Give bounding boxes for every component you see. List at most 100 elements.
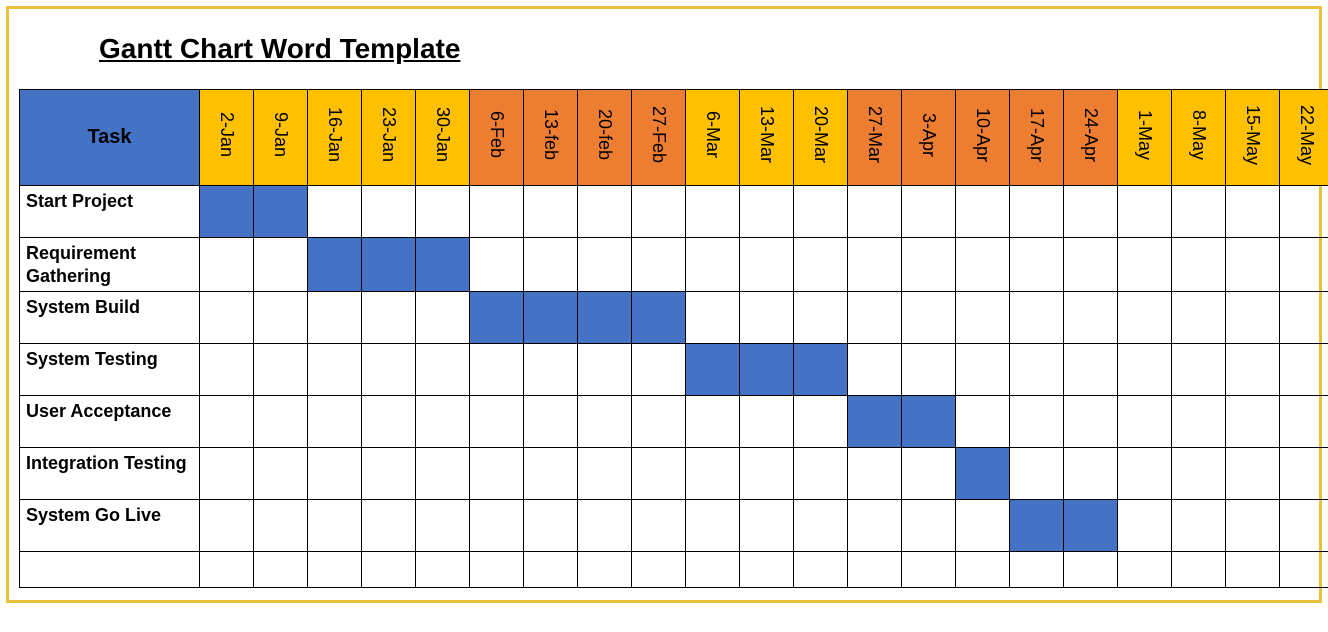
- gantt-empty-cell: [1226, 238, 1280, 292]
- gantt-empty-cell: [524, 238, 578, 292]
- gantt-empty-cell: [848, 292, 902, 344]
- table-row: User Acceptance: [20, 396, 1328, 448]
- gantt-empty-cell: [1172, 448, 1226, 500]
- gantt-empty-cell: [1226, 292, 1280, 344]
- date-label: 6-Feb: [486, 111, 507, 158]
- gantt-empty-cell: [470, 238, 524, 292]
- gantt-empty-cell: [578, 500, 632, 552]
- gantt-empty-cell: [956, 292, 1010, 344]
- date-header: 27-Feb: [632, 90, 686, 186]
- table-row: Integration Testing: [20, 448, 1328, 500]
- date-header: 6-Feb: [470, 90, 524, 186]
- gantt-bar-cell: [956, 448, 1010, 500]
- gantt-empty-cell: [1280, 292, 1328, 344]
- task-name-cell: Requirement Gathering: [20, 238, 200, 292]
- gantt-empty-cell: [524, 186, 578, 238]
- gantt-empty-cell: [308, 448, 362, 500]
- gantt-empty-cell: [902, 500, 956, 552]
- gantt-empty-cell: [848, 344, 902, 396]
- task-name-cell: System Go Live: [20, 500, 200, 552]
- gantt-empty-cell: [1172, 292, 1226, 344]
- gantt-empty-cell: [200, 552, 254, 588]
- gantt-empty-cell: [1010, 238, 1064, 292]
- gantt-empty-cell: [308, 396, 362, 448]
- gantt-empty-cell: [1064, 344, 1118, 396]
- gantt-empty-cell: [416, 292, 470, 344]
- task-header: Task: [20, 90, 200, 186]
- gantt-empty-cell: [1280, 238, 1328, 292]
- gantt-empty-cell: [524, 500, 578, 552]
- gantt-empty-cell: [794, 500, 848, 552]
- gantt-bar-cell: [1064, 500, 1118, 552]
- task-name-cell: User Acceptance: [20, 396, 200, 448]
- gantt-empty-cell: [578, 396, 632, 448]
- gantt-empty-cell: [470, 500, 524, 552]
- page-container: Gantt Chart Word Template Task 2-Jan9-Ja…: [6, 6, 1322, 603]
- gantt-empty-cell: [1064, 448, 1118, 500]
- chart-wrap: Task 2-Jan9-Jan16-Jan23-Jan30-Jan6-Feb13…: [9, 89, 1319, 600]
- table-row: System Testing: [20, 344, 1328, 396]
- gantt-empty-cell: [1280, 448, 1328, 500]
- gantt-empty-cell: [1172, 186, 1226, 238]
- gantt-empty-cell: [416, 500, 470, 552]
- gantt-empty-cell: [200, 448, 254, 500]
- gantt-empty-cell: [578, 448, 632, 500]
- date-header: 20-feb: [578, 90, 632, 186]
- gantt-empty-cell: [848, 186, 902, 238]
- gantt-bar-cell: [848, 396, 902, 448]
- gantt-empty-cell: [1226, 552, 1280, 588]
- gantt-empty-cell: [632, 448, 686, 500]
- gantt-empty-cell: [200, 238, 254, 292]
- gantt-empty-cell: [956, 238, 1010, 292]
- gantt-bar-cell: [1010, 500, 1064, 552]
- gantt-empty-cell: [1118, 448, 1172, 500]
- gantt-empty-cell: [956, 500, 1010, 552]
- date-label: 9-Jan: [270, 112, 291, 157]
- date-header: 13-feb: [524, 90, 578, 186]
- table-row: System Build: [20, 292, 1328, 344]
- date-header: 15-May: [1226, 90, 1280, 186]
- gantt-empty-cell: [416, 448, 470, 500]
- gantt-empty-cell: [1010, 344, 1064, 396]
- gantt-empty-cell: [362, 292, 416, 344]
- date-label: 10-Apr: [972, 108, 993, 162]
- gantt-empty-cell: [740, 186, 794, 238]
- date-label: 30-Jan: [432, 107, 453, 162]
- task-name-cell: Integration Testing: [20, 448, 200, 500]
- date-label: 23-Jan: [378, 107, 399, 162]
- date-header: 13-Mar: [740, 90, 794, 186]
- gantt-empty-cell: [632, 344, 686, 396]
- gantt-empty-cell: [254, 396, 308, 448]
- gantt-empty-cell: [740, 292, 794, 344]
- date-header: 22-May: [1280, 90, 1328, 186]
- gantt-empty-cell: [686, 186, 740, 238]
- gantt-empty-cell: [794, 448, 848, 500]
- gantt-empty-cell: [308, 186, 362, 238]
- gantt-empty-cell: [1172, 500, 1226, 552]
- date-header: 6-Mar: [686, 90, 740, 186]
- date-label: 13-feb: [540, 109, 561, 160]
- gantt-bar-cell: [524, 292, 578, 344]
- gantt-body: Start ProjectRequirement GatheringSystem…: [20, 186, 1328, 588]
- gantt-empty-cell: [308, 344, 362, 396]
- gantt-bar-cell: [686, 344, 740, 396]
- page-title: Gantt Chart Word Template: [99, 33, 1319, 65]
- gantt-empty-cell: [254, 238, 308, 292]
- gantt-empty-cell: [470, 396, 524, 448]
- gantt-empty-cell: [1010, 292, 1064, 344]
- gantt-empty-cell: [578, 344, 632, 396]
- gantt-empty-cell: [1064, 238, 1118, 292]
- gantt-empty-cell: [470, 186, 524, 238]
- date-label: 8-May: [1188, 110, 1209, 160]
- gantt-empty-cell: [848, 500, 902, 552]
- gantt-empty-cell: [362, 396, 416, 448]
- date-label: 17-Apr: [1026, 108, 1047, 162]
- gantt-empty-cell: [794, 186, 848, 238]
- gantt-empty-cell: [200, 344, 254, 396]
- date-header: 10-Apr: [956, 90, 1010, 186]
- gantt-empty-cell: [524, 552, 578, 588]
- gantt-empty-cell: [1226, 500, 1280, 552]
- task-name-cell: Start Project: [20, 186, 200, 238]
- gantt-empty-cell: [1280, 552, 1328, 588]
- gantt-empty-cell: [1280, 344, 1328, 396]
